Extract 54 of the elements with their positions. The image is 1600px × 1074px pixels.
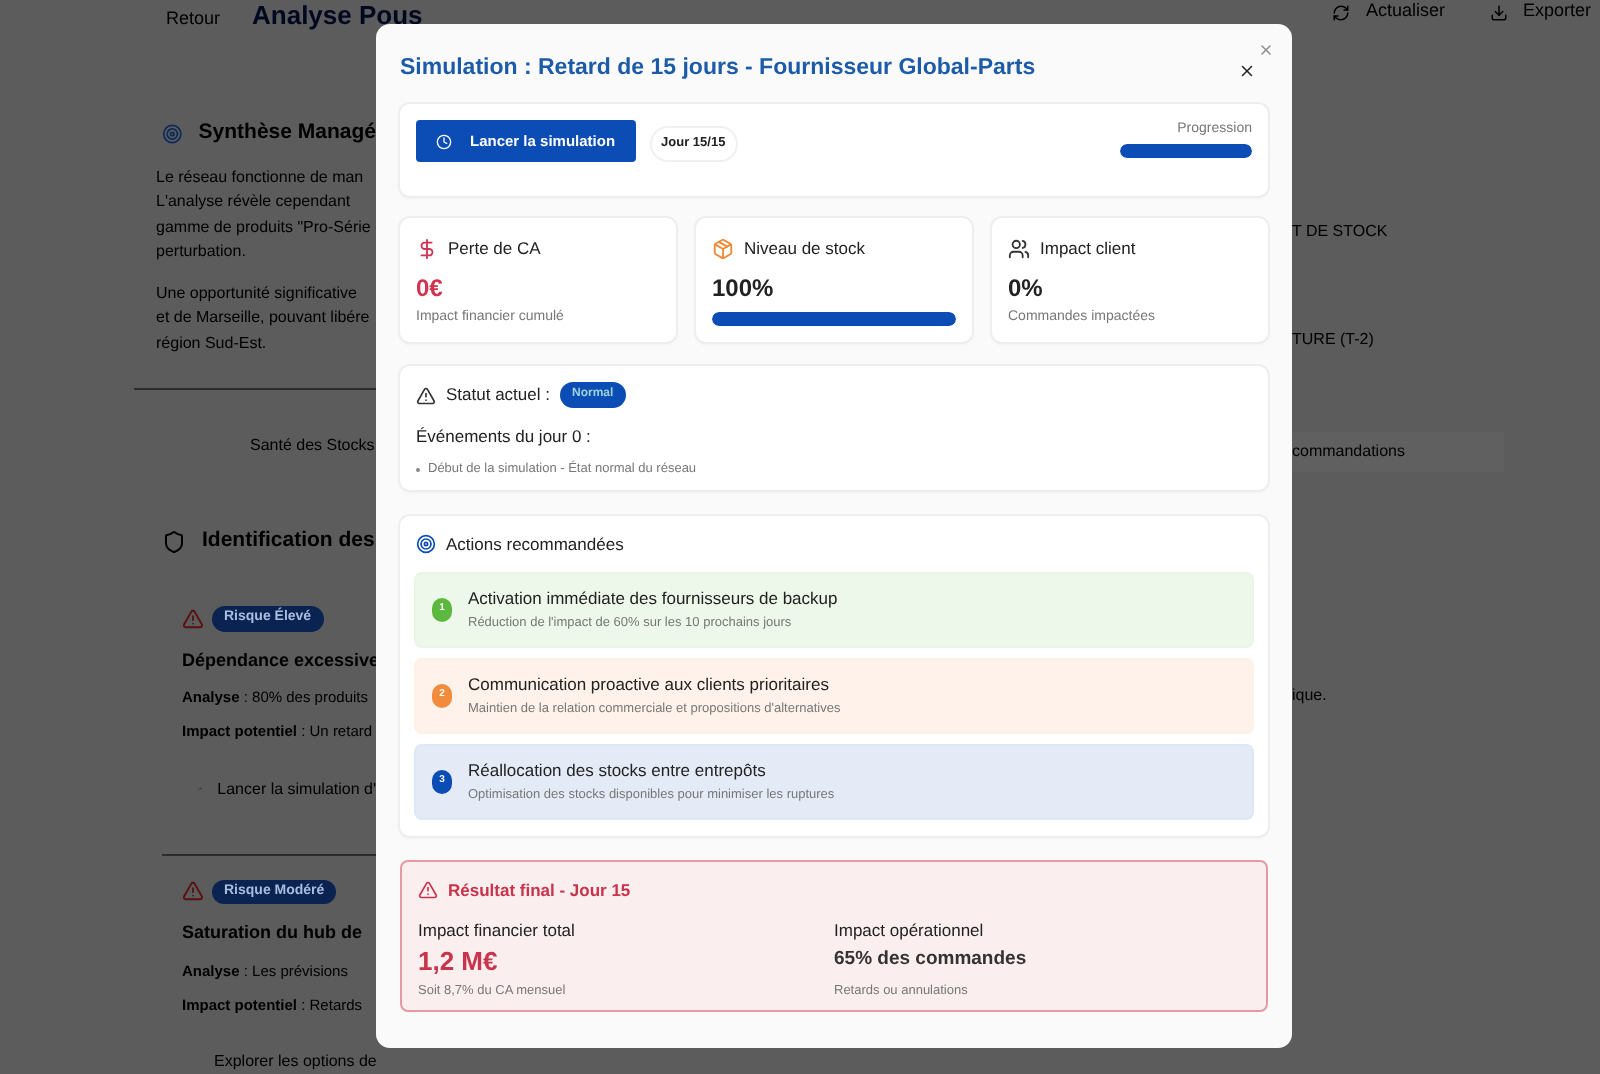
result-label: Impact financier total: [418, 917, 577, 943]
text-fragment: TURE (T-2): [1292, 328, 1376, 352]
result-value: 1,2 M€: [418, 944, 500, 981]
metric-value: 0%: [1008, 271, 1045, 306]
risk-title: Saturation du hub de: [182, 920, 364, 946]
action-title: Réallocation des stocks entre entrepôts: [468, 758, 768, 784]
result-label: Impact opérationnel: [834, 917, 986, 943]
section-heading: Synthèse Managé: [198, 118, 376, 148]
summary-text: perturbation.: [156, 240, 248, 265]
action-title: Communication proactive aux clients prioritaires: [468, 672, 831, 698]
warning-icon: [182, 880, 204, 903]
risk-action-link[interactable]: Lancer la simulation d': [217, 777, 376, 801]
close-icon[interactable]: [1238, 61, 1256, 79]
export-button[interactable]: Exporter: [1523, 0, 1592, 26]
shield-icon: [162, 530, 186, 555]
tab-label[interactable]: commandations: [1292, 432, 1504, 472]
box-icon: [712, 237, 734, 260]
section-heading: Identification des: [202, 526, 375, 557]
warning-icon: [416, 385, 436, 405]
clock-icon: [436, 133, 452, 149]
metric-label: Perte de CA: [448, 236, 541, 262]
risk-title: Dépendance excessive: [182, 647, 376, 674]
risk-action-link[interactable]: Explorer les options de: [214, 1050, 377, 1074]
refresh-button[interactable]: Actualiser: [1366, 0, 1446, 26]
page-title: Analyse Pous: [252, 2, 423, 28]
warning-icon: [182, 607, 204, 630]
download-icon[interactable]: [1489, 3, 1508, 21]
summary-text: et de Marseille, pouvant libére: [156, 306, 372, 331]
metric-value: 100%: [712, 271, 776, 306]
dollar-icon: [416, 237, 438, 260]
dialog-title: Simulation : Retard de 15 jours - Fournisseur Global-Parts: [400, 54, 1036, 85]
refresh-icon[interactable]: [1332, 3, 1350, 21]
metric-label: Niveau de stock: [744, 236, 865, 262]
users-icon: [1008, 237, 1030, 260]
metric-label: Impact client: [1040, 236, 1136, 262]
actions-heading: Actions recommandées: [446, 532, 624, 558]
summary-text: gamme de produits "Pro-Série: [156, 215, 373, 240]
summary-text: Une opportunité significative: [156, 281, 360, 306]
summary-text: région Sud-Est.: [156, 331, 269, 356]
metric-value: 0€: [416, 271, 445, 306]
text-fragment: ique.: [1292, 684, 1329, 708]
events-title: Événements du jour 0 :: [416, 424, 593, 450]
text-fragment: T DE STOCK: [1292, 220, 1390, 244]
result-value: 65% des commandes: [834, 946, 1029, 975]
summary-text: Le réseau fonctionne de man: [156, 165, 366, 190]
target-icon: [416, 534, 436, 555]
tab-label[interactable]: Santé des Stocks: [250, 434, 376, 459]
target-icon: [162, 121, 183, 146]
warning-icon: [418, 880, 438, 901]
back-link[interactable]: Retour: [166, 6, 221, 33]
action-title: Activation immédiate des fournisseurs de backup: [468, 586, 838, 612]
summary-text: L'analyse révèle cependant: [156, 190, 353, 215]
status-label: Statut actuel :: [446, 382, 550, 408]
final-title: Résultat final - Jour 15: [448, 877, 631, 903]
